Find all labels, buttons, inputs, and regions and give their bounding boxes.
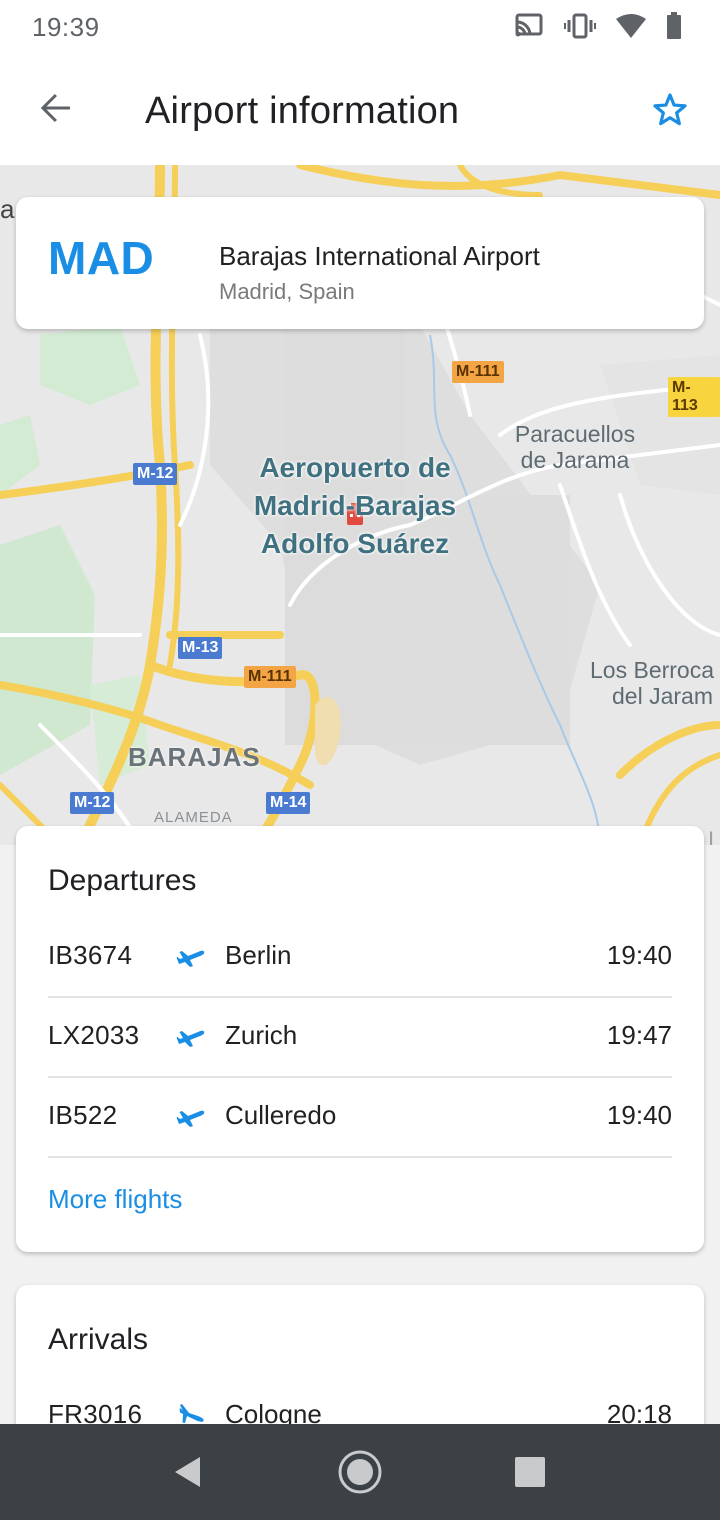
home-circle-icon <box>338 1450 382 1494</box>
road-shield-m14: M-14 <box>266 792 311 814</box>
system-nav-bar <box>0 1424 720 1520</box>
arrivals-heading: Arrivals <box>48 1323 149 1356</box>
road-shield-m113: M-113 <box>668 377 720 417</box>
place-label-line: de Jarama <box>520 447 630 474</box>
app-bar: Airport information <box>0 52 720 165</box>
airport-code: MAD <box>48 232 155 284</box>
star-outline-icon <box>653 93 687 126</box>
departure-plane-icon <box>176 950 205 967</box>
flight-time: 19:47 <box>606 1020 672 1050</box>
more-flights-link[interactable]: More flights <box>48 1184 182 1215</box>
flight-time: 19:40 <box>606 940 672 970</box>
airport-label-line: Aeropuerto de <box>259 452 451 483</box>
recents-square-icon <box>515 1457 545 1487</box>
map-label-paracuellos: Paracuellos de Jarama <box>495 421 655 474</box>
flight-destination: Zurich <box>225 1020 298 1050</box>
place-label-line: del Jaram <box>612 683 713 710</box>
map-label-barajas: BARAJAS <box>128 742 261 772</box>
flight-number: LX2033 <box>48 1020 140 1050</box>
page-title: Airport information <box>145 90 460 132</box>
map-label-airport: Aeropuerto de Madrid-Barajas Adolfo Suár… <box>230 449 480 563</box>
vibrate-icon <box>564 13 596 39</box>
departure-row[interactable]: LX2033 Zurich 19:47 <box>48 998 672 1078</box>
place-label-line: Los Berroca <box>590 657 715 683</box>
status-icons <box>514 12 682 40</box>
arrow-back-icon <box>40 94 70 122</box>
departures-heading: Departures <box>48 864 197 897</box>
map-label-edge-right: I <box>708 827 715 845</box>
flight-time: 19:40 <box>606 1100 672 1130</box>
place-label-line: Paracuellos <box>514 421 636 447</box>
map-label-berrocales: Los Berroca del Jaram <box>590 657 720 710</box>
battery-icon <box>667 12 681 39</box>
flight-number: IB3674 <box>48 940 133 970</box>
wifi-icon <box>616 14 646 38</box>
status-time: 19:39 <box>32 12 100 42</box>
departures-card: Departures IB3674 Berlin 19:40 LX2033 Zu… <box>16 826 704 1252</box>
map-label-alameda: ALAMEDA <box>154 809 233 826</box>
flight-destination: Culleredo <box>225 1100 337 1130</box>
back-triangle-icon <box>175 1457 200 1487</box>
back-button[interactable] <box>28 80 84 136</box>
road-shield-m12: M-12 <box>70 792 115 814</box>
nav-back-button[interactable] <box>162 1446 214 1498</box>
road-shield-m12: M-12 <box>133 463 178 485</box>
map-label-edge-left: a <box>0 194 15 224</box>
road-shield-m111: M-111 <box>244 666 296 688</box>
airport-location: Madrid, Spain <box>219 279 355 304</box>
favorite-button[interactable] <box>642 82 698 138</box>
airport-name: Barajas International Airport <box>219 241 540 271</box>
airport-card: MAD Barajas International Airport Madrid… <box>16 197 704 329</box>
departure-plane-icon <box>176 1110 205 1127</box>
flight-destination: Berlin <box>225 940 292 970</box>
departure-row[interactable]: IB522 Culleredo 19:40 <box>48 1078 672 1158</box>
nav-recents-button[interactable] <box>504 1446 556 1498</box>
flight-number: IB522 <box>48 1100 118 1130</box>
status-bar: 19:39 <box>0 0 720 52</box>
departure-plane-icon <box>176 1030 205 1047</box>
nav-home-button[interactable] <box>334 1446 386 1498</box>
road-shield-m13: M-13 <box>178 637 223 659</box>
airport-label-line: Madrid-Barajas <box>253 490 457 521</box>
cast-icon <box>515 13 543 37</box>
departure-row[interactable]: IB3674 Berlin 19:40 <box>48 918 672 998</box>
road-shield-m111: M-111 <box>452 361 504 383</box>
airport-label-line: Adolfo Suárez <box>260 528 450 559</box>
